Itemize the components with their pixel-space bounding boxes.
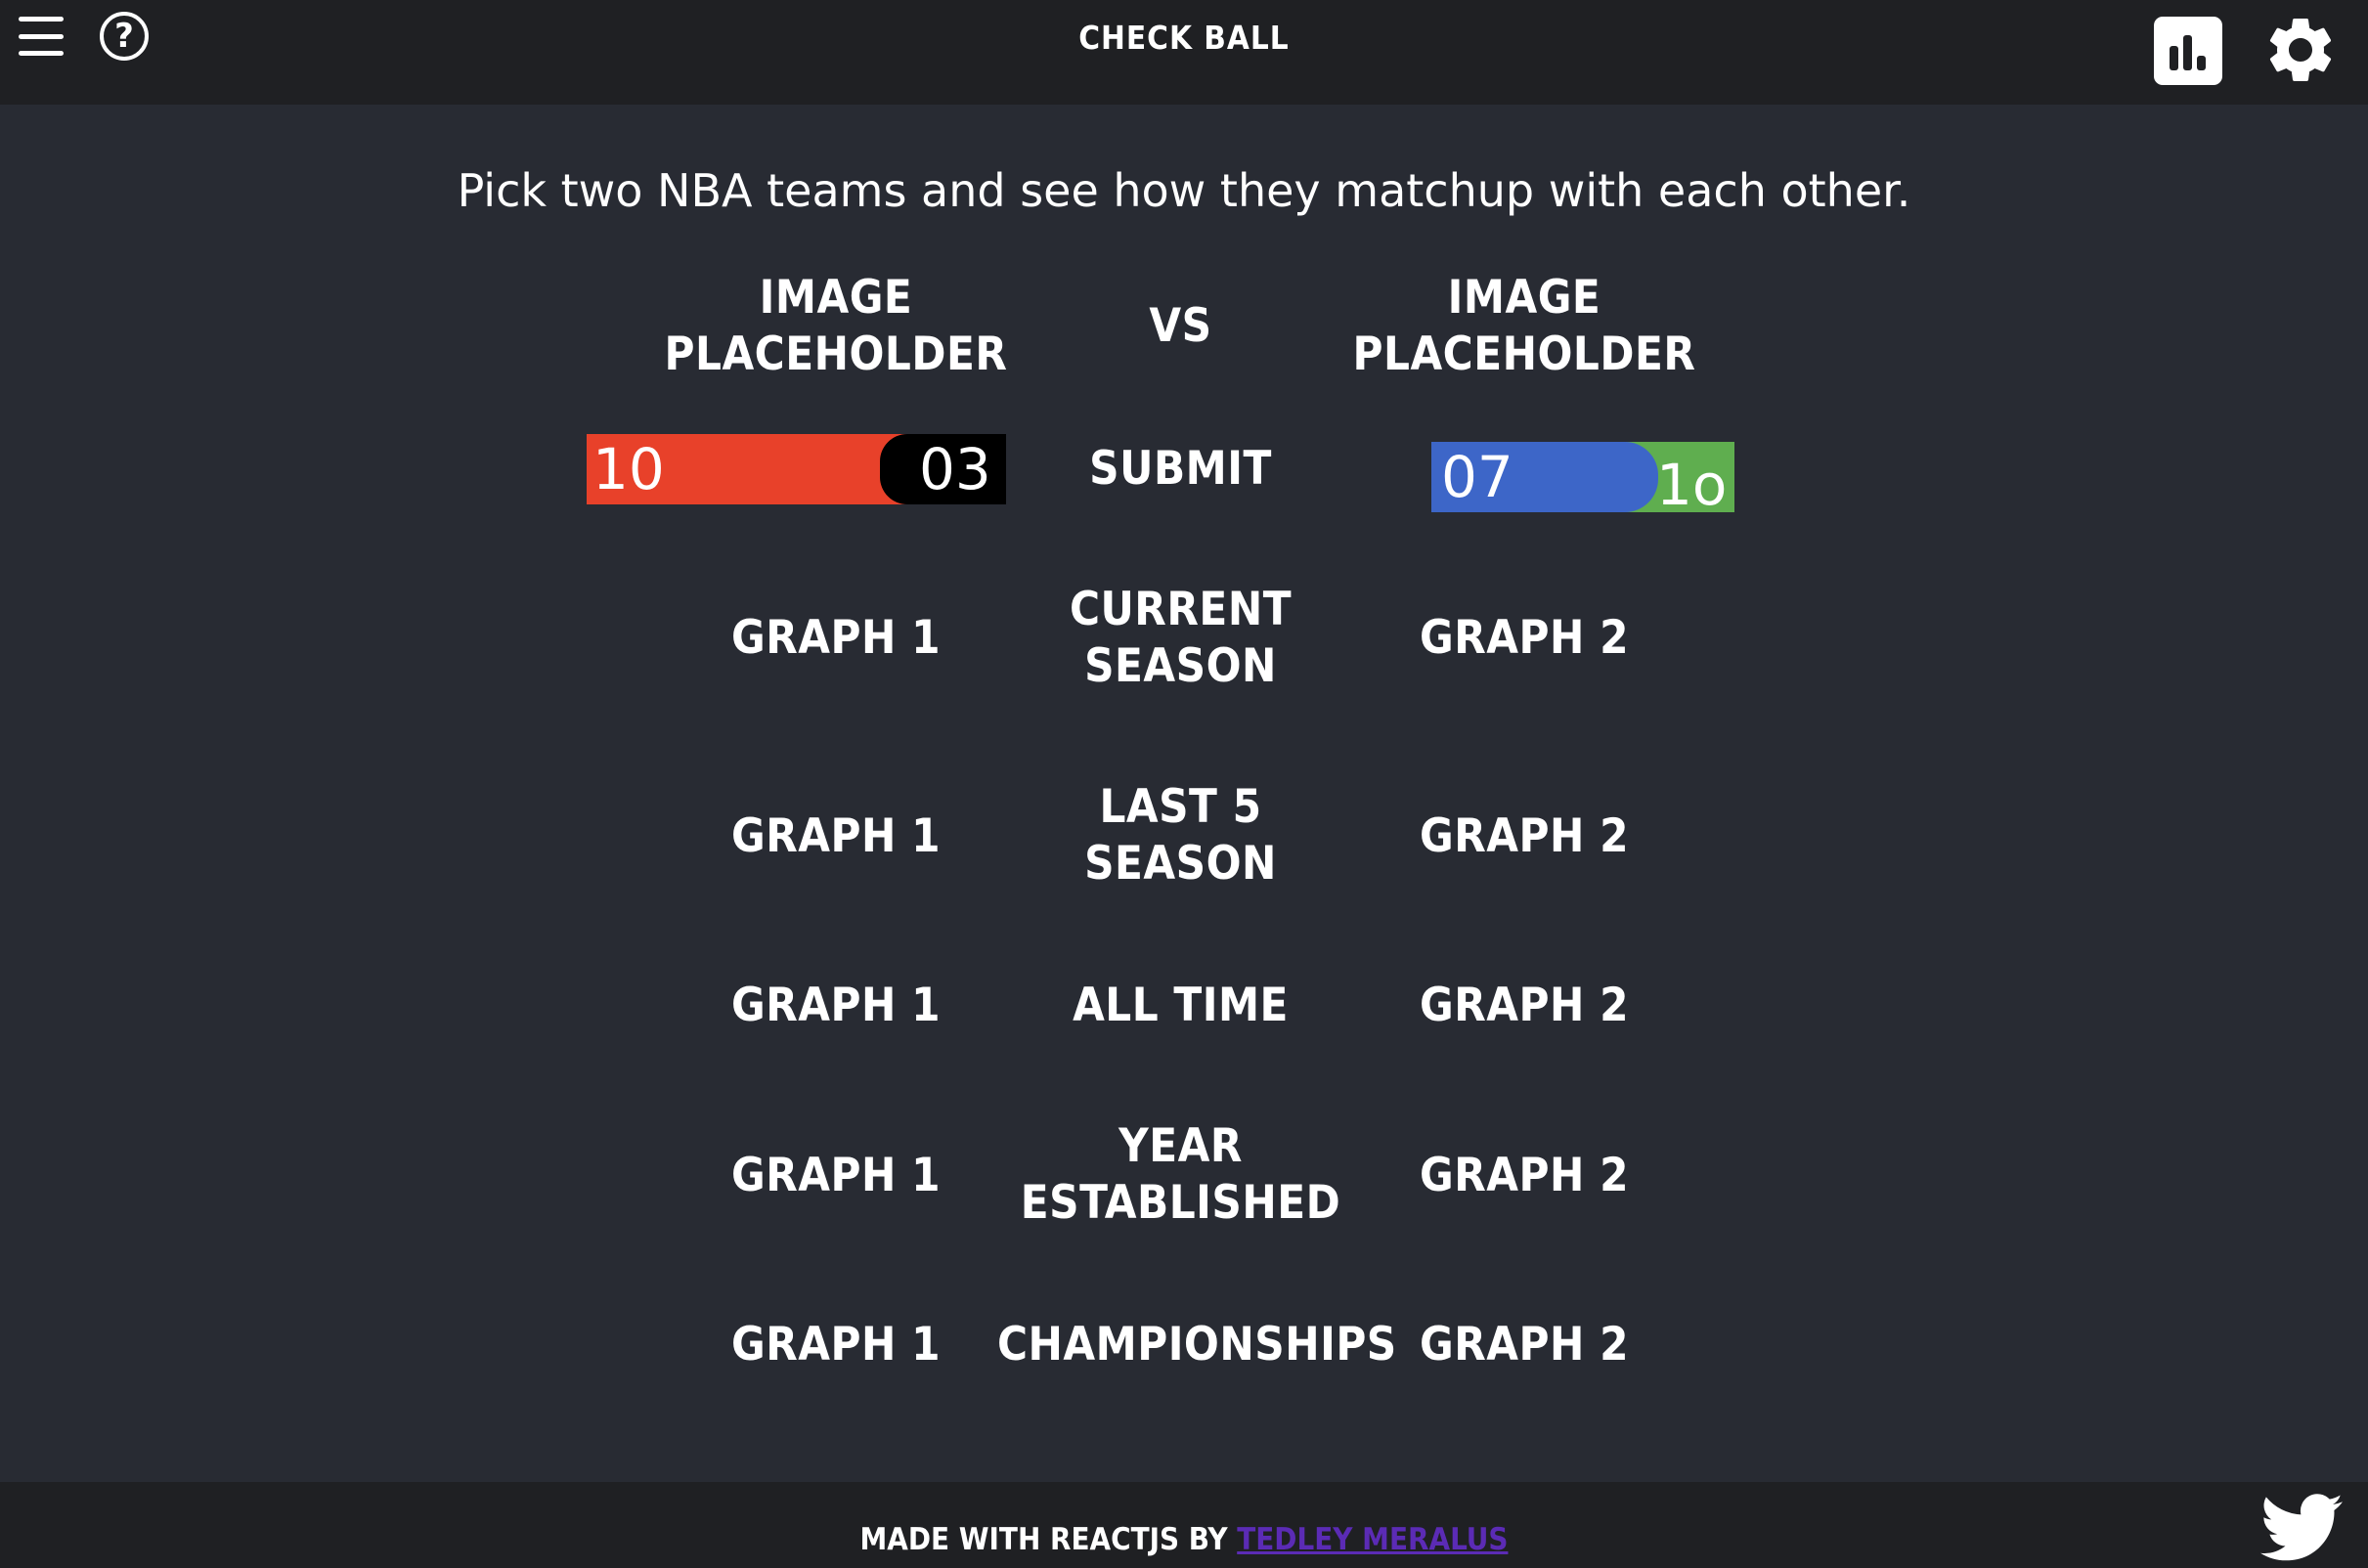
team-1-graph: GRAPH 1 — [731, 1318, 941, 1372]
team-2-graph: GRAPH 2 — [1420, 979, 1629, 1032]
team-2-select-value-b: 1o — [1656, 452, 1728, 512]
team-1-graph: GRAPH 1 — [731, 1149, 941, 1202]
app-title: CHECK BALL — [1078, 19, 1290, 57]
team-2-graph: GRAPH 2 — [1420, 809, 1629, 863]
category-label: ALL TIME — [1073, 979, 1289, 1032]
team-2-graph: GRAPH 2 — [1420, 1149, 1629, 1202]
author-link[interactable]: TEDLEY MERALUS — [1237, 1522, 1508, 1557]
submit-button[interactable]: SUBMIT — [997, 441, 1364, 498]
team-2-select[interactable]: 07 1o — [1431, 442, 1734, 512]
category-label: YEAR ESTABLISHED — [1020, 1119, 1341, 1230]
footer-credit: MADE WITH REACTJS BY TEDLEY MERALUS — [0, 1515, 2368, 1564]
bar — [2183, 35, 2192, 70]
category-label: CHAMPIONSHIPS — [997, 1318, 1397, 1372]
bar — [2197, 56, 2206, 70]
vs-label: VS — [1149, 299, 1212, 353]
category-label: CURRENT SEASON — [1069, 583, 1293, 693]
team-2-graph: GRAPH 2 — [1420, 1318, 1629, 1372]
bar — [2170, 46, 2178, 70]
team-2-image-placeholder: IMAGE PLACEHOLDER — [1352, 271, 1696, 381]
twitter-bird-icon[interactable] — [2260, 1494, 2343, 1562]
team-1-select-value-a: 10 — [592, 436, 665, 502]
team-1-graph: GRAPH 1 — [731, 979, 941, 1032]
team-1-graph: GRAPH 1 — [731, 809, 941, 863]
team-2-select-value-a: 07 — [1441, 444, 1513, 510]
team-1-graph: GRAPH 1 — [731, 611, 941, 665]
team-2-graph: GRAPH 2 — [1420, 611, 1629, 665]
footer-made-with: MADE WITH REACTJS BY — [859, 1522, 1228, 1557]
bar-chart-icon[interactable] — [2154, 17, 2222, 85]
gear-icon[interactable] — [2261, 10, 2340, 90]
category-label: LAST 5 SEASON — [1084, 780, 1277, 891]
team-1-select-value-b: 03 — [919, 436, 991, 502]
team-1-image-placeholder: IMAGE PLACEHOLDER — [664, 271, 1008, 381]
intro-text: Pick two NBA teams and see how they matc… — [457, 164, 1911, 217]
team-1-select[interactable]: 10 03 — [587, 434, 1006, 504]
